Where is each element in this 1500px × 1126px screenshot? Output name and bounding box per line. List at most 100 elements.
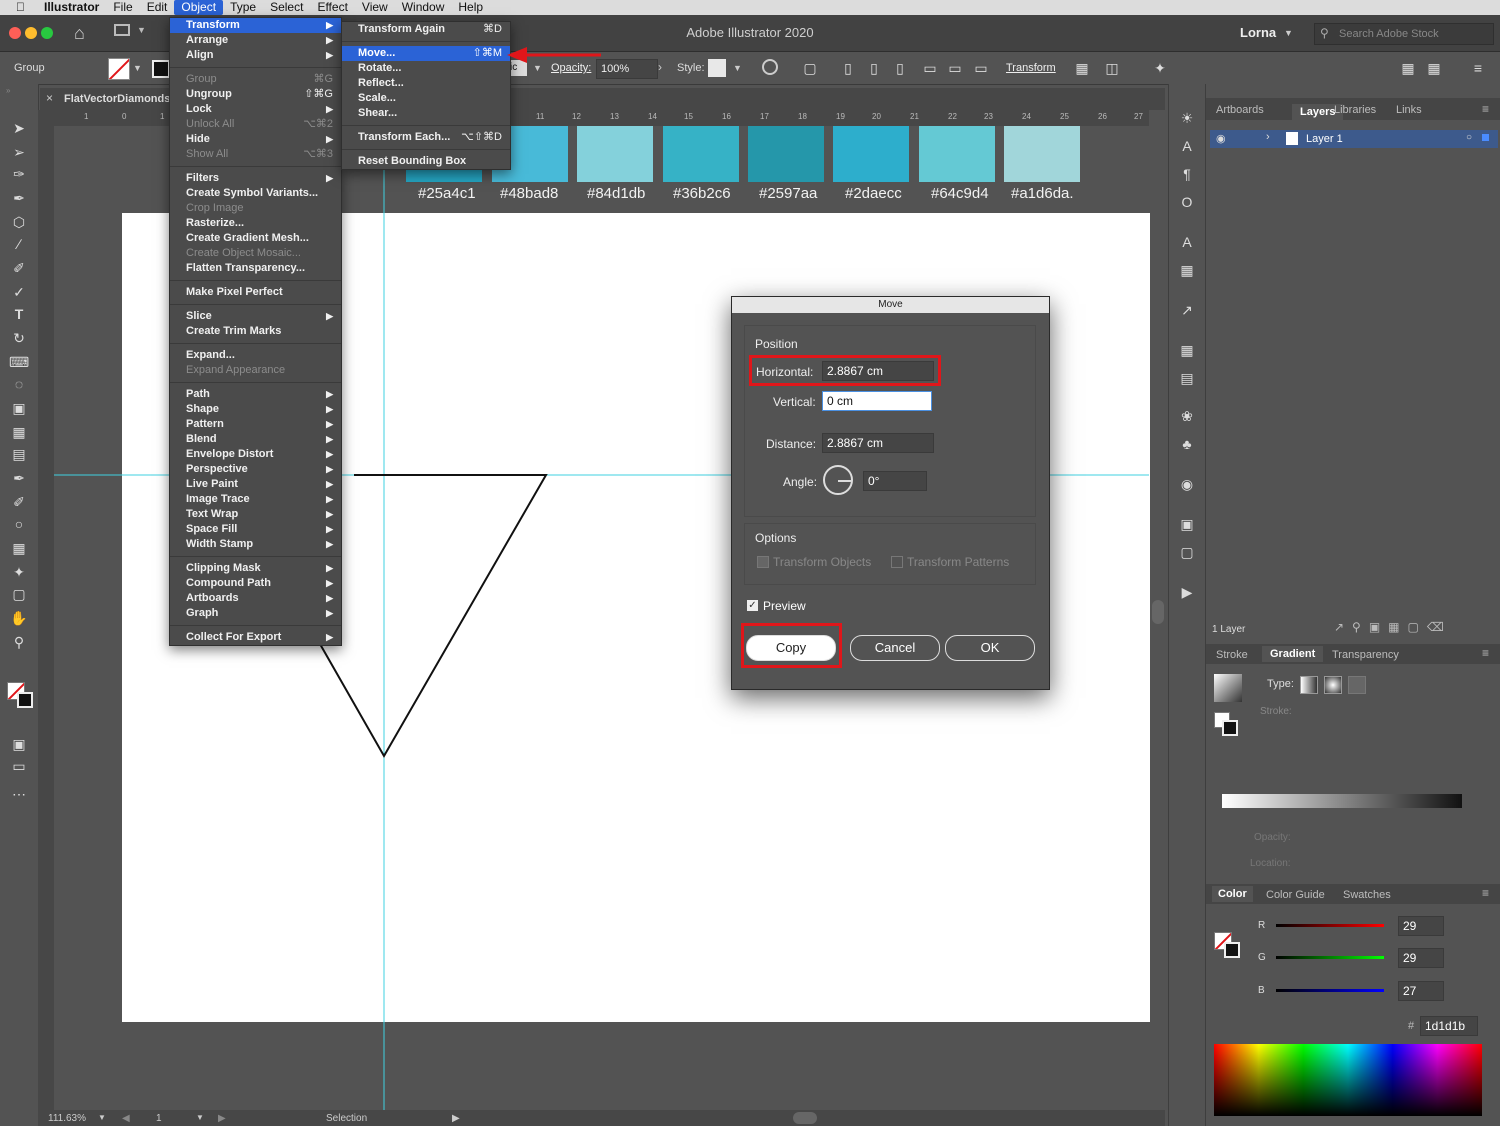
layer-name[interactable]: Layer 1	[1306, 133, 1343, 145]
distribute-icon[interactable]: ▦	[1398, 58, 1418, 78]
stroke-swatch[interactable]	[152, 60, 170, 78]
pen-tool-icon[interactable]: ✑	[9, 164, 29, 184]
mesh-tool-icon[interactable]: ▦	[9, 538, 29, 558]
object-item-path[interactable]: Path ▶	[170, 387, 341, 402]
rotate-tool-icon[interactable]: ↻	[9, 328, 29, 348]
brushes-icon[interactable]: ❀	[1177, 406, 1197, 426]
zoom-tool-icon[interactable]: ⚲	[9, 632, 29, 652]
transform-item-transform-each[interactable]: Transform Each... ⌥⇧⌘D	[342, 130, 510, 145]
opentype-icon[interactable]: O	[1177, 192, 1197, 212]
angle-field[interactable]: 0°	[863, 471, 927, 491]
export-icon[interactable]: ↗	[1177, 300, 1197, 320]
paintbrush-tool-icon[interactable]: ✐	[9, 258, 29, 278]
color-spectrum[interactable]	[1214, 1044, 1482, 1116]
r-field[interactable]: 29	[1398, 916, 1444, 936]
panel-menu-icon[interactable]: ≡	[1482, 646, 1489, 660]
pathfinder-icon[interactable]: ▣	[1177, 514, 1197, 534]
object-item-create-object-mosaic[interactable]: Create Object Mosaic...	[170, 246, 341, 261]
tab-links[interactable]: Links	[1396, 104, 1422, 116]
object-item-ungroup[interactable]: Ungroup ⇧⌘G	[170, 87, 341, 102]
horizontal-field[interactable]: 2.8867 cm	[822, 361, 934, 381]
perspective-tool-icon[interactable]: ▦	[9, 422, 29, 442]
menu-edit[interactable]: Edit	[140, 0, 175, 15]
symbols-icon[interactable]: ♣	[1177, 434, 1197, 454]
hex-field[interactable]: 1d1d1b	[1420, 1016, 1478, 1036]
align-top-icon[interactable]: ▭	[920, 58, 940, 78]
chevron-down-icon[interactable]: ▼	[1284, 28, 1293, 38]
puppet-warp-icon[interactable]: ✦	[1150, 58, 1170, 78]
app-menu[interactable]: Illustrator	[37, 0, 106, 15]
transform-item-transform-again[interactable]: Transform Again ⌘D	[342, 22, 510, 37]
selection-indicator[interactable]	[1482, 134, 1489, 141]
color-stroke-box[interactable]	[1224, 942, 1240, 958]
transform-item-move[interactable]: Move... ⇧⌘M	[342, 46, 510, 61]
artboard-tool-icon[interactable]: ▢	[9, 584, 29, 604]
menu-type[interactable]: Type	[223, 0, 263, 15]
object-item-filters[interactable]: Filters ▶	[170, 171, 341, 186]
transform-objects-checkbox[interactable]	[757, 556, 769, 568]
object-item-hide[interactable]: Hide ▶	[170, 132, 341, 147]
zoom-level[interactable]: 111.63%	[48, 1113, 86, 1124]
menu-view[interactable]: View	[355, 0, 395, 15]
user-name[interactable]: Lorna	[1240, 25, 1276, 40]
object-item-lock[interactable]: Lock ▶	[170, 102, 341, 117]
menu-select[interactable]: Select	[263, 0, 310, 15]
align-right-icon[interactable]: ▯	[890, 58, 910, 78]
document-tab[interactable]: FlatVectorDiamonds/	[64, 93, 173, 105]
menu-object[interactable]: Object	[174, 0, 224, 15]
gradient-tool-icon[interactable]: ▣	[9, 398, 29, 418]
graph-tool-icon[interactable]: ▤	[9, 444, 29, 464]
object-item-graph[interactable]: Graph ▶	[170, 606, 341, 621]
apple-icon[interactable]: 	[0, 0, 37, 15]
menu-window[interactable]: Window	[395, 0, 452, 15]
screen-mode-icon[interactable]: ▭	[9, 756, 29, 776]
arrange-icon[interactable]: ◫	[1102, 58, 1122, 78]
eraser-tool-icon[interactable]: ⌨	[9, 352, 29, 372]
object-item-text-wrap[interactable]: Text Wrap ▶	[170, 507, 341, 522]
chevron-down-icon[interactable]: ▼	[133, 63, 142, 73]
object-item-live-paint[interactable]: Live Paint ▶	[170, 477, 341, 492]
close-tab-icon[interactable]: ×	[46, 91, 53, 105]
cancel-button[interactable]: Cancel	[850, 635, 940, 661]
triangle-shape[interactable]	[319, 474, 548, 759]
align-bottom-icon[interactable]: ▭	[971, 58, 991, 78]
object-item-image-trace[interactable]: Image Trace ▶	[170, 492, 341, 507]
menu-effect[interactable]: Effect	[310, 0, 354, 15]
horizontal-scrollbar[interactable]	[793, 1112, 817, 1124]
artboard-number[interactable]: 1	[156, 1113, 162, 1124]
chevron-right-icon[interactable]: ▶	[452, 1113, 460, 1124]
object-item-crop-image[interactable]: Crop Image	[170, 201, 341, 216]
panel-options-icon[interactable]: ▦	[1424, 58, 1444, 78]
gradient-stroke-box[interactable]	[1222, 720, 1238, 736]
object-item-transform[interactable]: Transform ▶	[170, 18, 341, 33]
character-icon[interactable]: A	[1177, 136, 1197, 156]
angle-dial[interactable]	[823, 465, 853, 495]
object-item-clipping-mask[interactable]: Clipping Mask ▶	[170, 561, 341, 576]
first-artboard-icon[interactable]: ◀	[122, 1113, 130, 1124]
stock-search-box[interactable]: ⚲ Search Adobe Stock	[1314, 23, 1494, 45]
object-item-flatten-transparency[interactable]: Flatten Transparency...	[170, 261, 341, 276]
object-item-show-all[interactable]: Show All ⌥⌘3	[170, 147, 341, 162]
tab-transparency[interactable]: Transparency	[1332, 649, 1399, 661]
align-middle-icon[interactable]: ▭	[945, 58, 965, 78]
menu-file[interactable]: File	[106, 0, 139, 15]
gradient-slider[interactable]	[1222, 794, 1462, 808]
transform-item-scale[interactable]: Scale...	[342, 91, 510, 106]
menu-icon[interactable]: ≡	[1468, 58, 1488, 78]
object-item-arrange[interactable]: Arrange ▶	[170, 33, 341, 48]
vertical-field[interactable]: 0 cm	[822, 391, 932, 411]
recolor-artwork-icon[interactable]	[762, 59, 778, 75]
b-slider[interactable]	[1276, 989, 1384, 992]
graphic-styles-icon[interactable]: ◉	[1177, 474, 1197, 494]
g-slider[interactable]	[1276, 956, 1384, 959]
object-item-perspective[interactable]: Perspective ▶	[170, 462, 341, 477]
transform-item-reset-bounding-box[interactable]: Reset Bounding Box	[342, 154, 510, 169]
panel-menu-icon[interactable]: ≡	[1482, 102, 1489, 116]
object-item-make-pixel-perfect[interactable]: Make Pixel Perfect	[170, 285, 341, 300]
tab-swatches[interactable]: Swatches	[1343, 889, 1391, 901]
align-to-icon[interactable]: ▢	[800, 58, 820, 78]
fill-swatch[interactable]	[108, 58, 130, 80]
align-left-icon[interactable]: ▯	[838, 58, 858, 78]
layers-footer-icons[interactable]: ↗⚲▣▦▢⌫	[1334, 620, 1452, 634]
visibility-icon[interactable]: ◉	[1216, 132, 1226, 145]
